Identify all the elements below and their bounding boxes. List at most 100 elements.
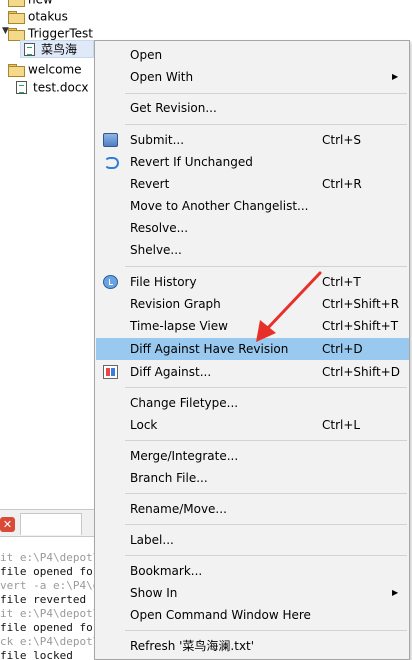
context-menu: Open Open With ▶ Get Revision... Submit.… <box>94 40 410 660</box>
revert-icon <box>103 155 119 169</box>
menu-item-label: Open Command Window Here <box>130 608 311 622</box>
menu-item-resolve[interactable]: Resolve... <box>96 217 409 239</box>
menu-item-lock[interactable]: Lock Ctrl+L <box>96 414 409 436</box>
tree-item-label: test.docx <box>33 80 89 95</box>
menu-item-shortcut: Ctrl+L <box>322 418 361 432</box>
menu-item-branch[interactable]: Branch File... <box>96 467 409 489</box>
menu-item-label: Diff Against Have Revision <box>130 342 289 356</box>
menu-item-revert[interactable]: Revert Ctrl+R <box>96 173 409 195</box>
menu-item-change-filetype[interactable]: Change Filetype... <box>96 392 409 414</box>
menu-item-open-cmd[interactable]: Open Command Window Here <box>96 604 409 626</box>
folder-icon <box>8 0 25 7</box>
folder-icon <box>8 64 25 77</box>
tree-item-label: welcome <box>28 62 82 77</box>
menu-item-label: Bookmark... <box>130 564 203 578</box>
menu-item-label: Diff Against... <box>130 365 212 379</box>
folder-icon <box>8 11 25 24</box>
menu-item-diff-against[interactable]: Diff Against... Ctrl+Shift+D <box>96 361 409 383</box>
menu-item-label: Shelve... <box>130 243 182 257</box>
menu-item-shortcut: Ctrl+Shift+R <box>322 297 400 311</box>
tree-item-label: TriggerTest <box>28 26 94 41</box>
log-line: ck e:\P4\depot\ <box>0 635 94 648</box>
close-icon[interactable]: ✕ <box>0 517 15 532</box>
menu-item-merge[interactable]: Merge/Integrate... <box>96 445 409 467</box>
menu-item-label: Time-lapse View <box>130 319 228 333</box>
menu-item-label: Merge/Integrate... <box>130 449 239 463</box>
menu-item-label: Lock <box>130 418 158 432</box>
log-line: it e:\P4\depot\ <box>0 607 94 620</box>
menu-item-label: Revision Graph <box>130 297 221 311</box>
menu-item-label-cmd[interactable]: Label... <box>96 529 409 551</box>
log-output: it e:\P4\depot\ file opened for vert -a … <box>0 540 94 660</box>
menu-item-time-lapse[interactable]: Time-lapse View Ctrl+Shift+T <box>96 315 409 337</box>
menu-item-shortcut: Ctrl+T <box>322 275 361 289</box>
tree-item-otakus[interactable]: otakus <box>8 7 68 25</box>
menu-separator <box>125 524 407 525</box>
menu-separator <box>125 93 407 94</box>
menu-separator <box>125 555 407 556</box>
tree-item-test-docx[interactable]: test.docx <box>16 78 89 96</box>
menu-separator <box>125 630 407 631</box>
menu-item-shortcut: Ctrl+S <box>322 133 362 147</box>
document-icon <box>24 43 35 56</box>
menu-item-label: Refresh '菜鸟海澜.txt' <box>130 639 255 653</box>
tree-item-label: new <box>28 0 53 7</box>
menu-item-refresh[interactable]: Refresh '菜鸟海澜.txt' <box>96 635 409 657</box>
menu-item-open-with[interactable]: Open With ▶ <box>96 66 409 88</box>
menu-item-label: Submit... <box>130 133 185 147</box>
submenu-arrow-icon: ▶ <box>392 588 399 597</box>
menu-item-shortcut: Ctrl+Shift+D <box>322 365 400 379</box>
menu-item-shortcut: Ctrl+Shift+T <box>322 319 399 333</box>
menu-item-label: Change Filetype... <box>130 396 239 410</box>
menu-item-shelve[interactable]: Shelve... <box>96 239 409 261</box>
menu-item-diff-have[interactable]: Diff Against Have Revision Ctrl+D <box>96 338 409 360</box>
menu-item-label: Branch File... <box>130 471 208 485</box>
menu-item-bookmark[interactable]: Bookmark... <box>96 560 409 582</box>
menu-item-label: Move to Another Changelist... <box>130 199 309 213</box>
menu-item-label: Revert If Unchanged <box>130 155 253 169</box>
diff-icon <box>103 365 118 379</box>
menu-separator <box>125 440 407 441</box>
menu-item-revision-graph[interactable]: Revision Graph Ctrl+Shift+R <box>96 293 409 315</box>
menu-item-submit[interactable]: Submit... Ctrl+S <box>96 129 409 151</box>
log-line: it e:\P4\depot\ <box>0 551 94 564</box>
menu-item-open[interactable]: Open <box>96 44 409 66</box>
menu-item-file-history[interactable]: File History Ctrl+T <box>96 271 409 293</box>
menu-item-rename[interactable]: Rename/Move... <box>96 498 409 520</box>
menu-item-get-revision[interactable]: Get Revision... <box>96 97 409 119</box>
tree-item-label: otakus <box>28 9 68 24</box>
submenu-arrow-icon: ▶ <box>392 72 399 81</box>
tree-item-welcome[interactable]: welcome <box>8 60 82 78</box>
menu-item-label: Rename/Move... <box>130 502 227 516</box>
submit-icon <box>103 133 118 147</box>
folder-icon <box>8 28 25 41</box>
menu-item-label: Revert <box>130 177 170 191</box>
menu-item-label: Label... <box>130 533 174 547</box>
menu-item-label: Open With <box>130 70 194 84</box>
menu-item-revert-if-unchanged[interactable]: Revert If Unchanged <box>96 151 409 173</box>
menu-item-label: File History <box>130 275 197 289</box>
log-tab[interactable] <box>20 513 82 535</box>
tree-item-selected-file[interactable]: 菜鸟海 <box>24 40 77 58</box>
log-line: file opened for <box>0 621 94 634</box>
menu-item-move-changelist[interactable]: Move to Another Changelist... <box>96 195 409 217</box>
menu-separator <box>125 124 407 125</box>
menu-separator <box>125 266 407 267</box>
menu-item-show-in[interactable]: Show In ▶ <box>96 582 409 604</box>
history-icon <box>103 275 118 289</box>
menu-item-label: Get Revision... <box>130 101 217 115</box>
menu-item-shortcut: Ctrl+D <box>322 342 363 356</box>
log-tab-bar: ✕ <box>0 509 94 537</box>
log-line: vert -a e:\P4\de <box>0 579 94 592</box>
tree-item-label: 菜鸟海 <box>41 42 78 57</box>
menu-item-label: Show In <box>130 586 178 600</box>
menu-item-shortcut: Ctrl+R <box>322 177 362 191</box>
document-icon <box>16 81 27 94</box>
menu-separator <box>125 493 407 494</box>
log-line: file locked <box>0 649 73 660</box>
menu-item-label: Open <box>130 48 163 62</box>
log-line: file opened for <box>0 565 94 578</box>
menu-separator <box>125 387 407 388</box>
menu-item-label: Resolve... <box>130 221 189 235</box>
log-line: file reverted <box>0 593 87 606</box>
